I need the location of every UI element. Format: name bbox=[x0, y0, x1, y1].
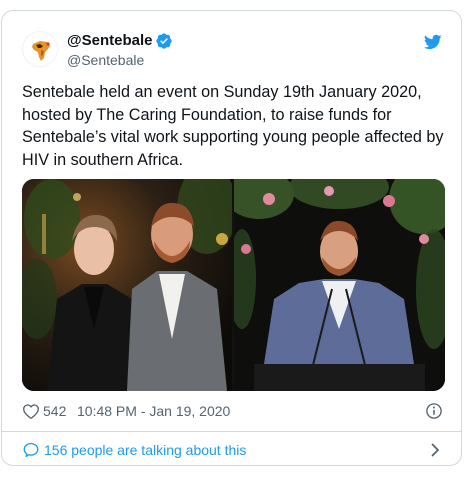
heart-icon[interactable] bbox=[22, 402, 40, 420]
verified-badge-icon bbox=[155, 33, 172, 49]
twitter-bird-icon[interactable] bbox=[423, 33, 443, 51]
tweet-text: Sentebale held an event on Sunday 19th J… bbox=[22, 83, 444, 169]
tweet-media[interactable] bbox=[22, 179, 445, 391]
event-photo-left[interactable] bbox=[22, 179, 232, 391]
author-names[interactable]: @Sentebale @Sentebale bbox=[67, 32, 173, 69]
sentebale-logo-icon bbox=[24, 33, 57, 66]
tweet-card[interactable]: @Sentebale @Sentebale Sentebale held an … bbox=[1, 10, 462, 466]
tweet-meta: 542 10:48 PM - Jan 19, 2020 bbox=[22, 401, 443, 421]
info-icon[interactable] bbox=[425, 402, 443, 420]
avatar[interactable] bbox=[22, 31, 58, 67]
timestamp[interactable]: 10:48 PM - Jan 19, 2020 bbox=[77, 401, 230, 421]
chat-bubble-icon bbox=[23, 442, 39, 458]
event-photo-right[interactable] bbox=[234, 179, 445, 391]
like-count[interactable]: 542 bbox=[43, 401, 66, 421]
handle[interactable]: @Sentebale bbox=[67, 51, 173, 69]
conversation-link[interactable]: 156 people are talking about this bbox=[22, 439, 443, 461]
tweet-header: @Sentebale @Sentebale bbox=[22, 31, 443, 71]
chevron-right-icon[interactable] bbox=[427, 442, 443, 458]
talking-label[interactable]: 156 people are talking about this bbox=[44, 439, 246, 461]
divider bbox=[2, 431, 461, 432]
display-name[interactable]: @Sentebale bbox=[67, 32, 153, 50]
